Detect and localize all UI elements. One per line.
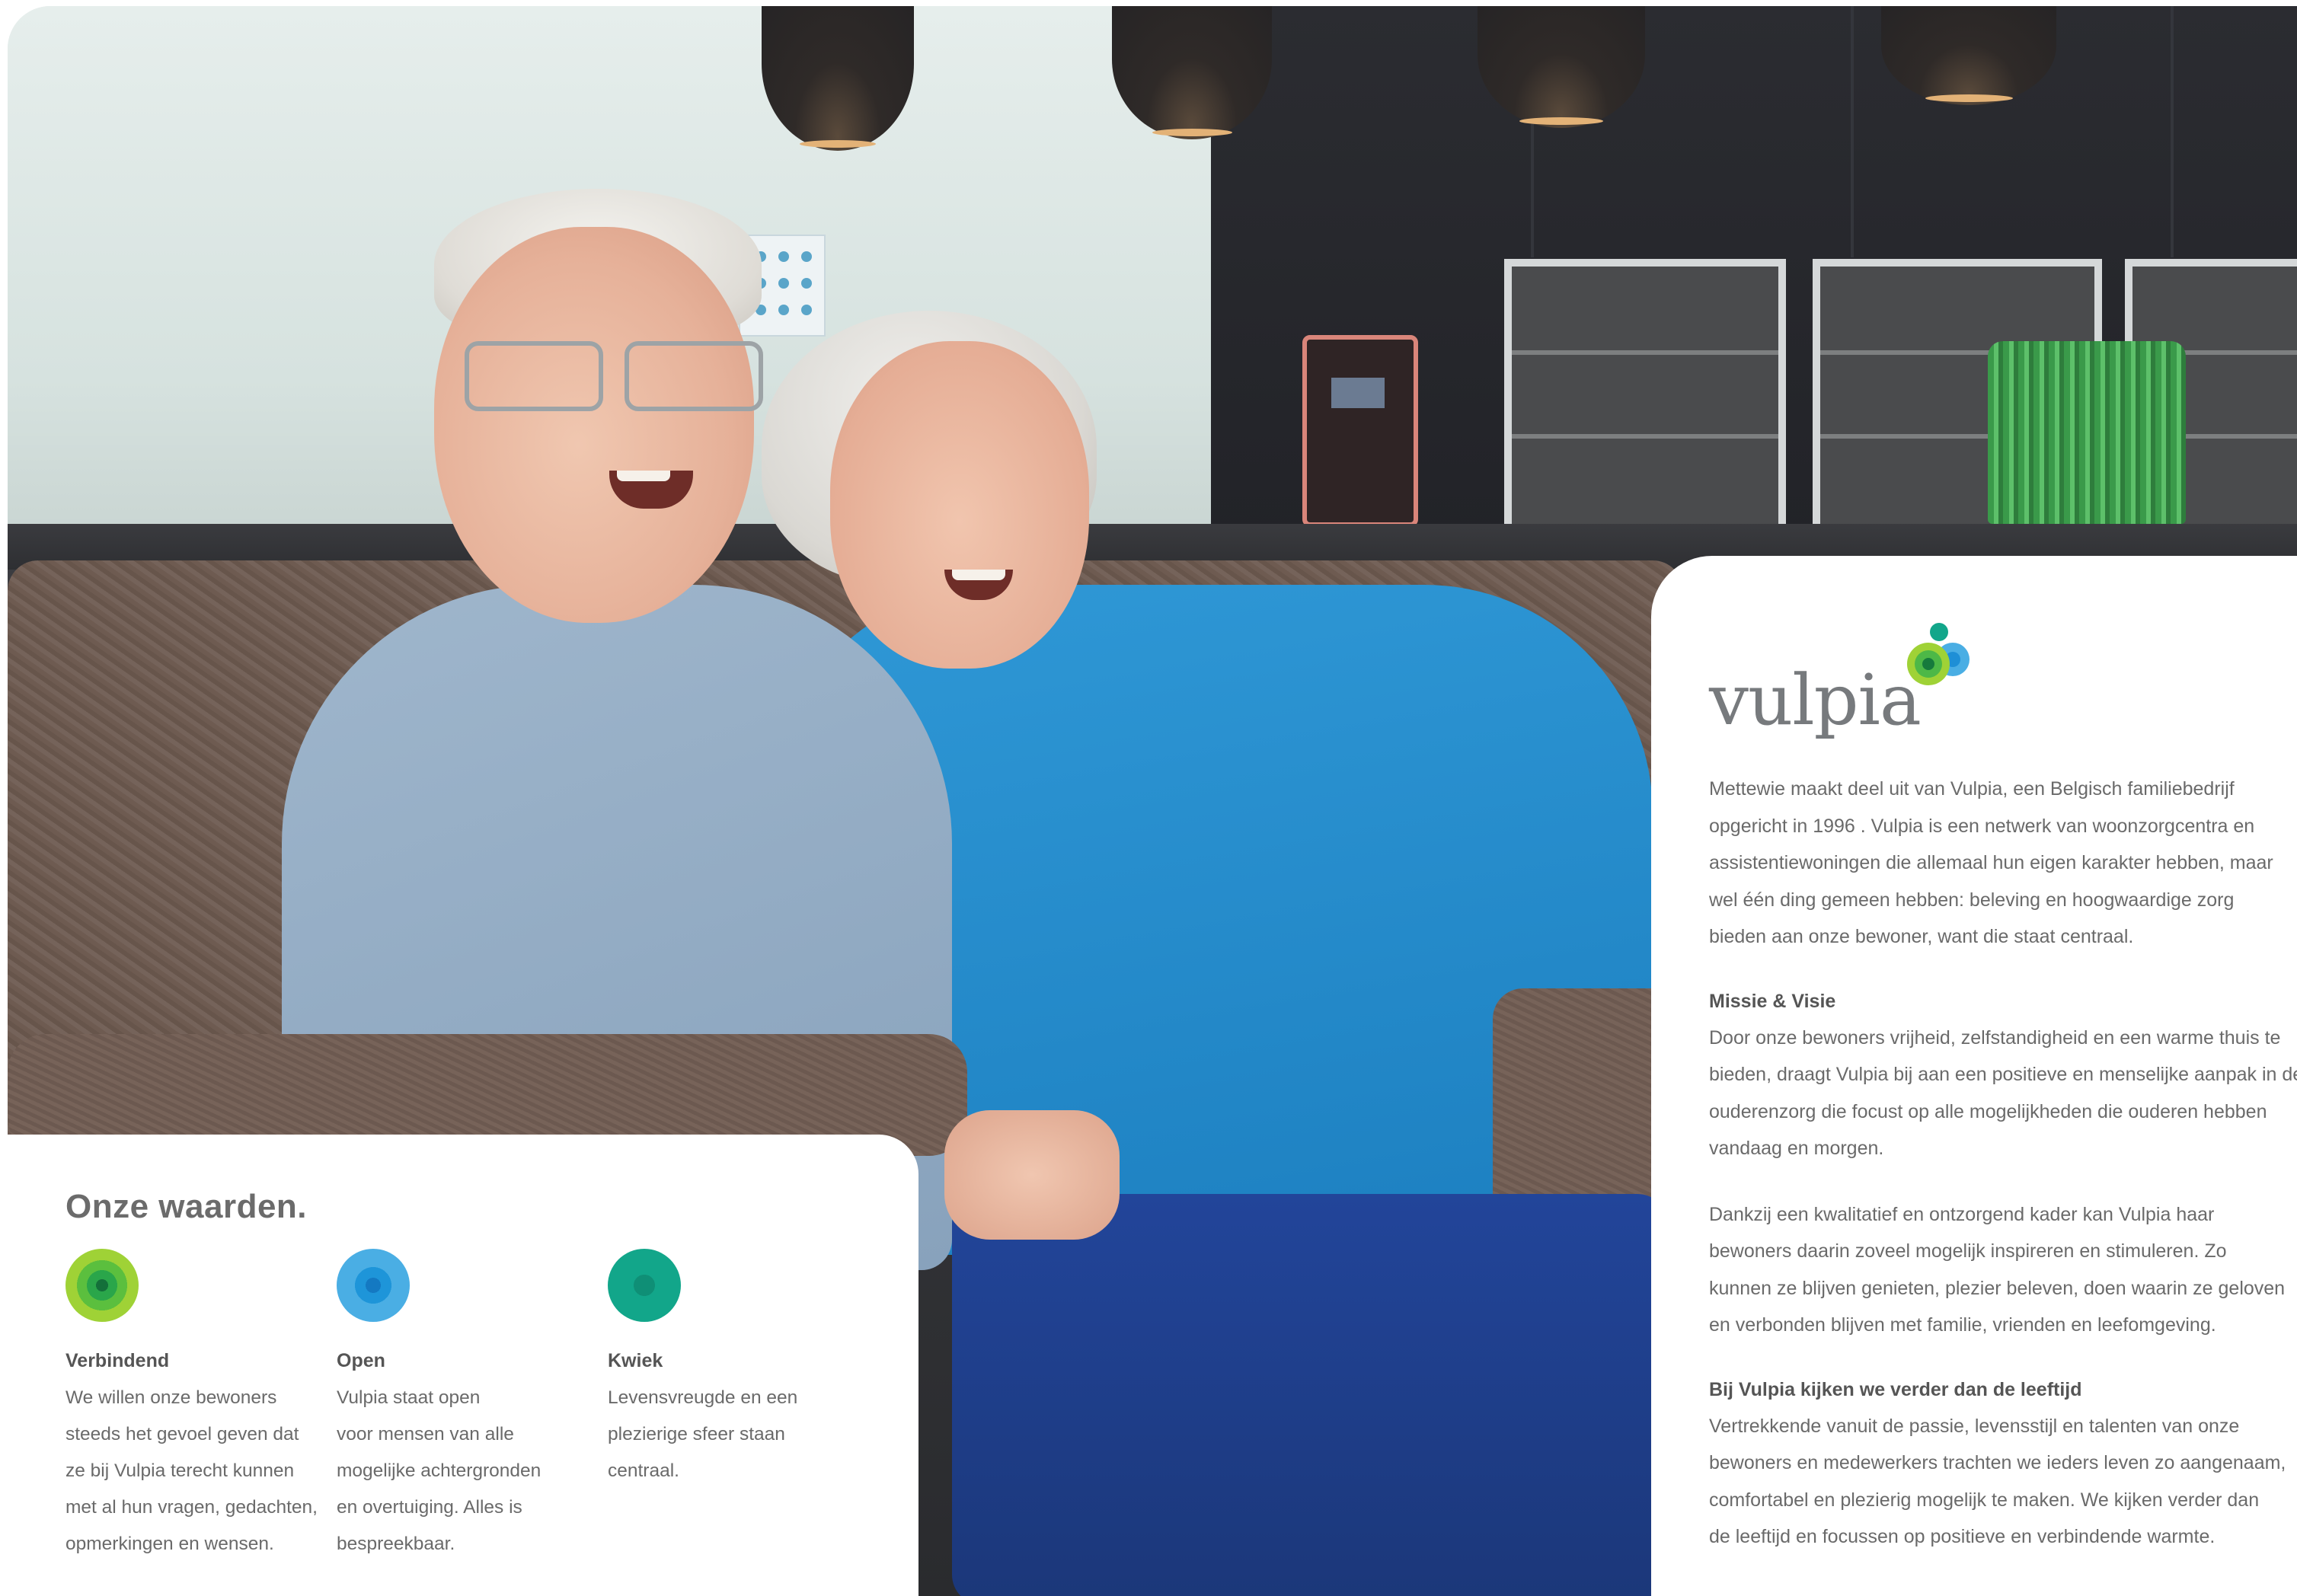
vulpia-logo: vulpia [1709,617,1998,769]
age-paragraph: Vertrekkende vanuit de passie, levenssti… [1709,1415,2286,1548]
age-heading: Bij Vulpia kijken we verder dan de leeft… [1709,1378,2082,1400]
coffee-machine [1302,335,1418,527]
mission-paragraph: Door onze bewoners vrijheid, zelfstandig… [1709,1026,2297,1160]
logo-wordmark: vulpia [1709,659,1922,741]
man-face [434,227,754,623]
plant [1988,341,2186,524]
hands [944,1110,1120,1240]
value-name: Kwiek [608,1350,663,1371]
values-title: Onze waarden. [65,1188,308,1225]
concentric-teal-circles-icon [608,1249,681,1322]
concentric-green-circles-icon [65,1249,139,1322]
value-open: Open Vulpia staat open voor mensen van a… [337,1249,596,1562]
info-body: Mettewie maakt deel uit van Vulpia, een … [1709,771,2297,1556]
vulpia-info-card: vulpia Mettewie maakt deel uit van Vulpi… [1651,556,2297,1596]
value-description: We willen onze bewoners steeds het gevoe… [65,1387,318,1554]
trousers [952,1194,1668,1596]
value-kwiek: Kwiek Levensvreugde en een plezierige sf… [608,1249,867,1489]
concentric-blue-circles-icon [337,1249,410,1322]
values-card: Onze waarden. Verbindend We willen onze … [8,1135,918,1596]
mission-heading: Missie & Visie [1709,990,1836,1012]
value-name: Verbindend [65,1350,170,1371]
woman-face [830,341,1089,669]
fridge [1504,259,1786,533]
value-description: Levensvreugde en een plezierige sfeer st… [608,1387,798,1481]
glasses [465,341,769,411]
value-description: Vulpia staat open voor mensen van alle m… [337,1387,542,1554]
value-verbindend: Verbindend We willen onze bewoners steed… [65,1249,324,1562]
logo-dots-icon [1907,623,1970,685]
mission-paragraph-2: Dankzij een kwalitatief en ontzorgend ka… [1709,1203,2286,1336]
value-name: Open [337,1350,385,1371]
intro-paragraph: Mettewie maakt deel uit van Vulpia, een … [1709,778,2273,947]
